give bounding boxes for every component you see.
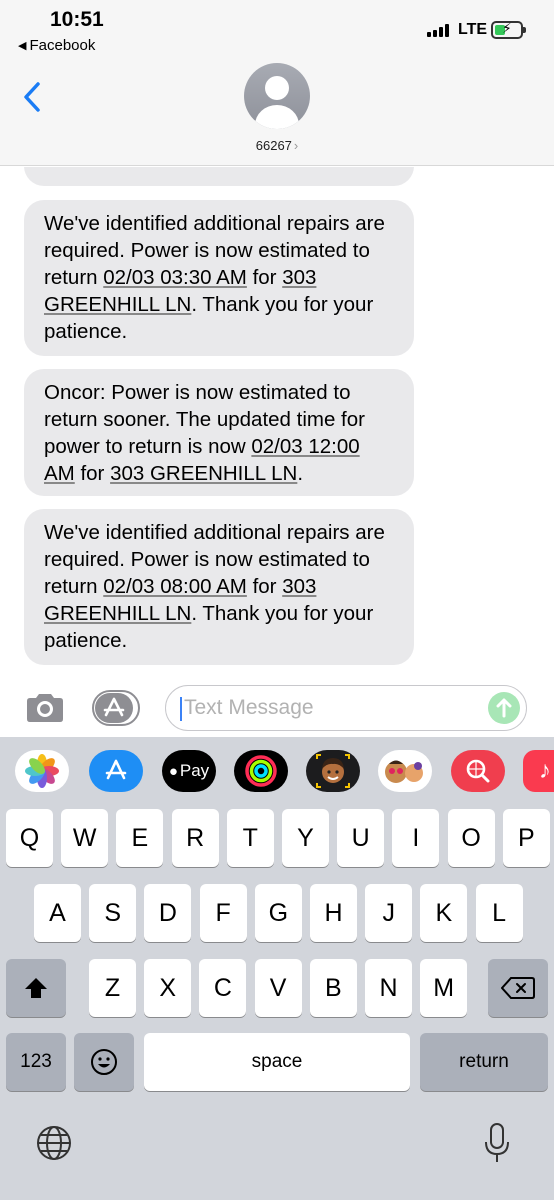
message-link[interactable]: 02/03 03:30 AM (103, 266, 247, 289)
contact-avatar[interactable] (244, 63, 310, 129)
key-g[interactable]: G (254, 884, 302, 942)
memoji-stickers-icon[interactable] (378, 750, 432, 792)
status-time: 10:51 (50, 8, 104, 31)
key-y[interactable]: Y (282, 809, 329, 867)
photos-icon[interactable] (15, 750, 69, 792)
shift-icon (25, 978, 47, 998)
app-store-icon (92, 690, 140, 726)
conversation-header: 10:51 ◀ Facebook LTE ⚡ 66267 › (0, 0, 554, 166)
key-i[interactable]: I (392, 809, 440, 867)
key-d[interactable]: D (144, 884, 192, 942)
arrow-up-icon (496, 698, 512, 718)
key-h[interactable]: H (310, 884, 357, 942)
music-icon[interactable]: ♪ (523, 750, 554, 792)
delete-icon (501, 977, 535, 999)
back-app-label: Facebook (29, 37, 96, 54)
contact-number: 66267 (255, 138, 292, 153)
key-p[interactable]: P (502, 809, 550, 867)
key-w[interactable]: W (61, 809, 109, 867)
key-m[interactable]: M (420, 959, 468, 1017)
message-input-placeholder: Text Message (184, 696, 314, 719)
network-type: LTE (458, 21, 488, 38)
key-k[interactable]: K (420, 884, 468, 942)
key-u[interactable]: U (337, 809, 385, 867)
key-t[interactable]: T (226, 809, 274, 867)
key-r[interactable]: R (171, 809, 219, 867)
key-o[interactable]: O (447, 809, 495, 867)
message-text: . (297, 462, 304, 485)
key-j[interactable]: J (365, 884, 413, 942)
key-v[interactable]: V (254, 959, 302, 1017)
key-c[interactable]: C (199, 959, 247, 1017)
app-store-drawer-button[interactable] (92, 690, 140, 726)
back-button[interactable] (16, 78, 50, 118)
app-store-icon[interactable] (89, 750, 143, 792)
return-key[interactable]: return (420, 1033, 548, 1091)
emoji-key[interactable] (74, 1033, 134, 1091)
contact-name[interactable]: 66267 › (0, 138, 554, 153)
message-thread[interactable]: reply P. Reply N to cancel. We've identi… (0, 167, 554, 670)
text-cursor (180, 697, 182, 721)
message-text: for (246, 575, 283, 598)
key-l[interactable]: L (475, 884, 523, 942)
apple-pay-icon[interactable]: ● Pay (162, 750, 216, 792)
message-bubble[interactable]: We've identified additional repairs are … (24, 509, 414, 665)
camera-button[interactable] (24, 692, 66, 724)
dictation-button[interactable] (482, 1121, 512, 1165)
key-b[interactable]: B (309, 959, 357, 1017)
apple-pay-label: Pay (179, 761, 210, 780)
cellular-signal-icon (427, 24, 449, 37)
emoji-icon (91, 1049, 117, 1075)
send-button[interactable] (488, 692, 520, 724)
key-q[interactable]: Q (6, 809, 53, 867)
message-input[interactable]: Text Message (165, 685, 527, 731)
memoji-icon[interactable] (306, 750, 360, 792)
key-x[interactable]: X (144, 959, 192, 1017)
web-images-search-icon[interactable] (451, 750, 505, 792)
key-e[interactable]: E (116, 809, 164, 867)
key-f[interactable]: F (199, 884, 247, 942)
key-z[interactable]: Z (89, 959, 136, 1017)
key-n[interactable]: N (365, 959, 412, 1017)
shift-key[interactable] (6, 959, 66, 1017)
message-link[interactable]: 303 GREENHILL LN (110, 462, 297, 485)
delete-key[interactable] (488, 959, 548, 1017)
key-a[interactable]: A (34, 884, 81, 942)
person-icon (265, 76, 289, 100)
message-bubble[interactable]: Oncor: Power is now estimated to return … (24, 369, 414, 496)
charging-bolt-icon: ⚡ (502, 20, 512, 36)
message-bubble[interactable]: reply P. Reply N to cancel. (24, 167, 414, 186)
keyboard: ● Pay ♪ Q W E R T Y U I O P A S D F G H … (0, 737, 554, 1200)
apple-logo-icon: ● (168, 762, 178, 780)
microphone-icon (485, 1123, 509, 1162)
key-s[interactable]: S (89, 884, 137, 942)
activity-icon[interactable] (234, 750, 288, 792)
camera-icon (27, 694, 63, 722)
back-to-app-link[interactable]: ◀ Facebook (18, 37, 95, 54)
battery-icon: ⚡ (491, 20, 526, 39)
message-bubble[interactable]: We've identified additional repairs are … (24, 200, 414, 356)
globe-button[interactable] (34, 1123, 74, 1163)
space-key[interactable]: space (144, 1033, 410, 1091)
message-text: for (246, 266, 283, 289)
message-text: for (74, 462, 111, 485)
back-triangle-icon: ◀ (18, 40, 27, 52)
numbers-key[interactable]: 123 (6, 1033, 66, 1091)
chevron-left-icon (24, 82, 40, 112)
chevron-right-icon: › (293, 138, 299, 153)
message-link[interactable]: 02/03 08:00 AM (103, 575, 247, 598)
globe-icon (37, 1126, 71, 1160)
